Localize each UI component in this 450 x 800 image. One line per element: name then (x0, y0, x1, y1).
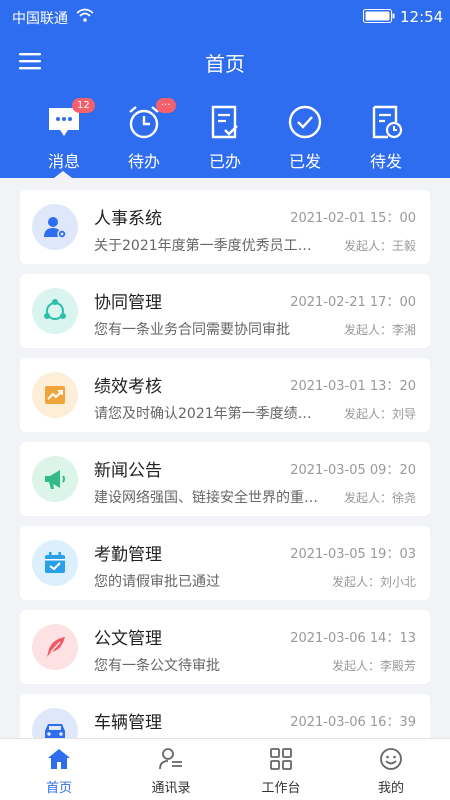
tab-label: 已发 (288, 152, 321, 171)
message-title: 车辆管理 (94, 713, 162, 733)
message-title: 公文管理 (94, 629, 162, 649)
message-title: 协同管理 (94, 293, 162, 313)
nav-workbench[interactable]: 工作台 (225, 739, 337, 800)
megaphone-icon (32, 456, 78, 502)
message-sender: 发起人：刘导 (343, 407, 416, 421)
tab-todo[interactable]: ··· 待办 (104, 96, 184, 174)
tab-done[interactable]: 已办 (185, 96, 265, 174)
message-card[interactable]: 考勤管理 2021-03-05 19：03 您的请假审批已通过 发起人：刘小北 (20, 526, 430, 600)
nav-label: 首页 (45, 781, 72, 796)
nav-contacts[interactable]: 通讯录 (115, 739, 227, 800)
message-sender: 发起人：徐尧 (343, 491, 416, 505)
message-card[interactable]: 绩效考核 2021-03-01 13：20 请您及时确认2021年第一季度绩效考… (20, 358, 430, 432)
message-date: 2021-03-06 14：13 (290, 631, 416, 646)
message-date: 2021-03-01 13：20 (290, 379, 416, 394)
message-summary: 请您及时确认2021年第一季度绩效考核结果 (94, 406, 322, 422)
clock: 12:54 (400, 8, 444, 26)
bottom-nav: 首页 通讯录 工作台 我的 (0, 738, 450, 800)
chart-trend-icon (32, 372, 78, 418)
wifi-icon (76, 8, 94, 22)
tab-to-send[interactable]: 待发 (346, 96, 426, 174)
carrier-name: 中国联通 (12, 11, 68, 27)
message-sender: 发起人：李湘 (343, 323, 416, 337)
message-date: 2021-02-01 15：00 (290, 211, 416, 226)
check-circle-icon (288, 105, 322, 139)
nav-label: 我的 (377, 781, 404, 796)
message-card[interactable]: 协同管理 2021-02-21 17：00 您有一条业务合同需要协同审批 发起人… (20, 274, 430, 348)
person-gear-icon (32, 204, 78, 250)
tab-label: 消息 (47, 152, 80, 171)
tab-sent[interactable]: 已发 (265, 96, 345, 174)
message-summary: 您有一条公文待审批 (94, 658, 220, 674)
message-sender: 发起人：刘小北 (331, 575, 416, 589)
message-title: 绩效考核 (94, 377, 162, 397)
nav-profile[interactable]: 我的 (335, 739, 447, 800)
nav-label: 通讯录 (151, 781, 191, 796)
message-title: 新闻公告 (94, 461, 162, 481)
nav-label: 工作台 (261, 781, 301, 796)
tab-label: 已办 (208, 152, 241, 171)
message-date: 2021-02-21 17：00 (290, 295, 416, 310)
message-list: 人事系统 2021-02-01 15：00 关于2021年度第一季度优秀员工评选… (0, 178, 450, 738)
tab-bar: 12 消息 ··· 待办 已办 已发 待发 (0, 96, 450, 176)
message-card[interactable]: 新闻公告 2021-03-05 09：20 建设网络强国、链接安全世界的重要举措… (20, 442, 430, 516)
message-sender: 发起人：李殿芳 (331, 659, 416, 673)
share-nodes-icon (32, 288, 78, 334)
message-date: 2021-03-06 16：39 (290, 715, 416, 730)
tab-messages[interactable]: 12 消息 (24, 96, 104, 174)
tab-label: 待发 (369, 152, 402, 171)
page-title: 首页 (205, 52, 245, 76)
message-summary: 您的请假审批已通过 (94, 574, 220, 590)
smiley-icon (380, 748, 402, 770)
message-summary: 关于2021年度第一季度优秀员工评选 (94, 238, 322, 254)
header: 中国联通 12:54 首页 12 消息 ··· 待办 已办 已发 待发 (0, 0, 450, 178)
grid-icon (270, 748, 292, 770)
message-date: 2021-03-05 09：20 (290, 463, 416, 478)
car-icon (32, 708, 78, 738)
tab-label: 待办 (127, 152, 160, 171)
message-card[interactable]: 公文管理 2021-03-06 14：13 您有一条公文待审批 发起人：李殿芳 (20, 610, 430, 684)
document-check-icon (211, 105, 238, 139)
message-summary: 建设网络强国、链接安全世界的重要举措 (94, 490, 322, 506)
message-sender: 发起人：王毅 (343, 239, 416, 253)
document-clock-icon (372, 105, 403, 139)
message-date: 2021-03-05 19：03 (290, 547, 416, 562)
status-bar: 中国联通 12:54 (0, 0, 450, 34)
home-icon (48, 749, 70, 769)
unread-badge: 12 (72, 98, 95, 113)
contacts-icon (159, 748, 182, 770)
nav-home[interactable]: 首页 (3, 739, 115, 800)
message-summary: 您有一条业务合同需要协同审批 (94, 322, 290, 338)
active-tab-indicator (54, 171, 72, 178)
message-card[interactable]: 车辆管理 2021-03-06 16：39 (20, 694, 430, 738)
battery-icon (363, 9, 395, 23)
message-card[interactable]: 人事系统 2021-02-01 15：00 关于2021年度第一季度优秀员工评选… (20, 190, 430, 264)
calendar-check-icon (32, 540, 78, 586)
quill-pen-icon (32, 624, 78, 670)
message-title: 人事系统 (94, 209, 162, 229)
todo-badge: ··· (156, 98, 176, 113)
message-title: 考勤管理 (94, 545, 162, 565)
